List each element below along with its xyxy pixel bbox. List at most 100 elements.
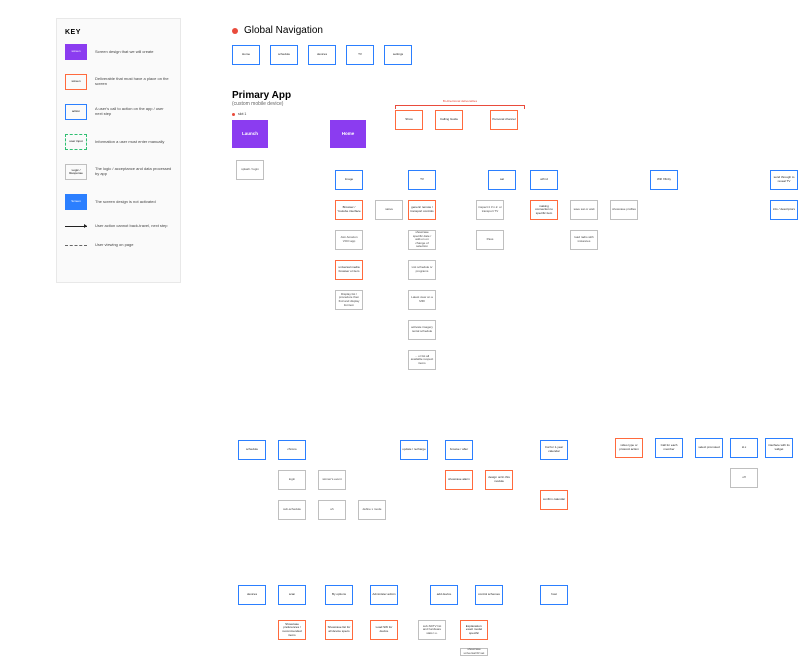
node-sat-a: inspect it if n.2. or transport TV: [476, 200, 504, 220]
red-bracket-label: Bi-directional deliverables: [430, 99, 490, 103]
key-row: Screen The screen design is not activate…: [65, 194, 172, 210]
node-sat-side1: making connection to specific item: [530, 200, 558, 220]
red-dot-icon: [232, 113, 235, 116]
key-row: User action cannot back-travel, next ste…: [65, 224, 172, 229]
node-launch: Launch: [232, 120, 268, 148]
node-wifi-right: info / descriptors: [770, 200, 798, 220]
node-chrono: chrono: [278, 440, 306, 460]
heading-text: Global Navigation: [244, 25, 323, 36]
nav-settings: settings: [384, 45, 412, 65]
node-image: Image: [335, 170, 363, 190]
nav-tv: TV: [346, 45, 374, 65]
key-swatch-grey: Logic / Response: [65, 164, 87, 180]
node-c2d: x/x: [318, 500, 346, 520]
node-options: By options: [325, 585, 353, 605]
key-row: action A user's call to action on the ap…: [65, 104, 172, 120]
node-tv1: generic remote / transport controls: [408, 200, 436, 220]
node-c2r3: H.x: [730, 438, 758, 458]
key-desc: User action cannot back-travel, next ste…: [95, 224, 167, 229]
node-sat: sat: [488, 170, 516, 190]
node-c2r1: Call for each member: [655, 438, 683, 458]
node-c2a: login: [278, 470, 306, 490]
key-row: screen Screen design that we will create: [65, 44, 172, 60]
node-wifi-id: wifi id: [530, 170, 558, 190]
node-sat-side2: save sat or wait: [570, 200, 598, 220]
node-img4: Display list / procedure then find and d…: [335, 290, 363, 310]
node-control: control schemes: [475, 585, 503, 605]
key-swatch-bluefill: Screen: [65, 194, 87, 210]
nav-devices: devices: [308, 45, 336, 65]
key-title: KEY: [65, 29, 172, 36]
node-c3d: sub-SDTV list and hardware stats I.o.: [418, 620, 446, 640]
key-swatch-blue: action: [65, 104, 87, 120]
node-c3a: Showcase preferences / recommended items: [278, 620, 306, 640]
node-c2r4: interface with its widget: [765, 438, 793, 458]
node-wifi-far: send through to reveal TV: [770, 170, 798, 190]
key-desc: Information a user must enter manually: [95, 140, 164, 145]
key-row: User viewing on page: [65, 243, 172, 248]
node-home: Home: [330, 120, 366, 148]
node-c2c: sub-schedule: [278, 500, 306, 520]
key-desc: The logic / acceptance and data processe…: [95, 167, 172, 177]
key-desc: Screen design that we will create: [95, 50, 153, 55]
node-sat-b: Pass: [476, 230, 504, 250]
node-add: add device: [430, 585, 458, 605]
node-cal-sub: confirm calendar: [540, 490, 568, 510]
nav-home: Home: [232, 45, 260, 65]
slot-text: slot 1: [238, 112, 246, 116]
key-desc: The screen design is not activated: [95, 200, 156, 205]
node-addsub: update / recharge: [400, 440, 428, 460]
primary-app-heading: Primary App (custom mobile device): [232, 90, 291, 107]
node-browse1: showcase alarm: [445, 470, 473, 490]
node-calling-guide: Calling Guide: [435, 110, 463, 130]
key-desc: Deliverable that must have a place on th…: [95, 77, 172, 87]
key-desc: A user's call to action on the app / use…: [95, 107, 172, 117]
key-row: Logic / Response The logic / acceptance …: [65, 164, 172, 180]
slot-label: slot 1: [232, 112, 246, 116]
primary-sub: (custom mobile device): [232, 101, 291, 107]
node-c2r2: select promoted: [695, 438, 723, 458]
node-c3e: Explanation: exact model specific: [460, 620, 488, 640]
key-row: screen Deliverable that must have a plac…: [65, 74, 172, 90]
node-c3c: Load SW for device: [370, 620, 398, 640]
node-personal-channel: Personal channel: [490, 110, 518, 130]
node-tv: TV: [408, 170, 436, 190]
primary-title: Primary App: [232, 90, 291, 101]
node-c2b: winner's event: [318, 470, 346, 490]
node-c3b: Showcase list for all device specs: [325, 620, 353, 640]
node-tv6: ... or list all available respect items: [408, 350, 436, 370]
node-wifi-xfinity: Wifi Xfinity: [650, 170, 678, 190]
node-img2: Join Amazon VOO app: [335, 230, 363, 250]
node-browse2: design on/in this module: [485, 470, 513, 490]
key-row: user input Information a user must enter…: [65, 134, 172, 150]
red-bracket: [395, 105, 525, 109]
node-browse: browse / after: [445, 440, 473, 460]
node-tv3: List schedule tv programs: [408, 260, 436, 280]
node-c2e: define x mode: [358, 500, 386, 520]
key-swatch-green: user input: [65, 134, 87, 150]
node-c2r0: video type or protocol action: [615, 438, 643, 458]
node-img3: universal media browser or item: [335, 260, 363, 280]
node-sat-connect: load radio with instances: [570, 230, 598, 250]
node-tv2: showcase specific date / add-on on chang…: [408, 230, 436, 250]
node-admin: Administer admin: [370, 585, 398, 605]
node-scan: scan: [278, 585, 306, 605]
key-desc: User viewing on page: [95, 243, 133, 248]
node-img1: Browser / Youtube interface: [335, 200, 363, 220]
key-swatch-orange: screen: [65, 74, 87, 90]
global-nav-heading: Global Navigation: [232, 25, 323, 36]
node-show: Show: [395, 110, 423, 130]
node-devices: devices: [238, 585, 266, 605]
key-panel: KEY screen Screen design that we will cr…: [56, 18, 181, 283]
node-c3f: showcase universal IR set: [460, 648, 488, 656]
node-schedule: schedule: [238, 440, 266, 460]
node-tv5: activate imagery rental schedule: [408, 320, 436, 340]
node-img-side: native: [375, 200, 403, 220]
node-c2r-hsub: off: [730, 468, 758, 488]
key-swatch-purple: screen: [65, 44, 87, 60]
node-sat-side3: showcase profiles: [610, 200, 638, 220]
nav-schedule: schedule: [270, 45, 298, 65]
node-tv4: Latest view on a MRI: [408, 290, 436, 310]
node-cal: Cal for 1-year calendar: [540, 440, 568, 460]
red-dot-icon: [232, 28, 238, 34]
